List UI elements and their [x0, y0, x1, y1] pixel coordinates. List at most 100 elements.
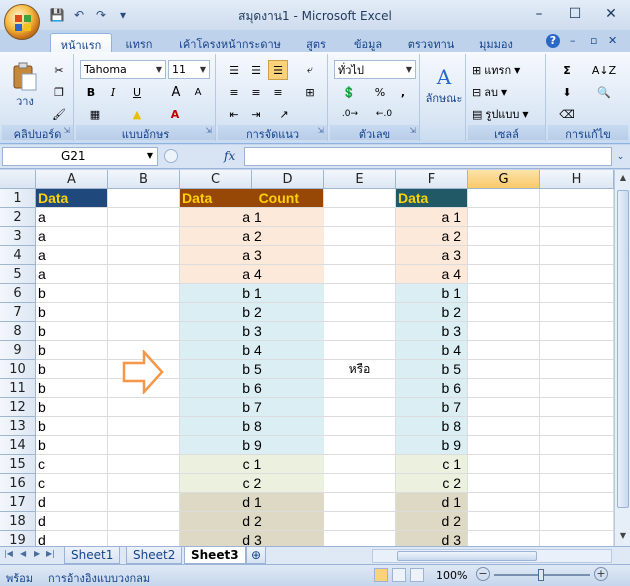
cell-b3[interactable]: [108, 227, 180, 246]
cell-f3[interactable]: a 2: [396, 227, 468, 246]
bold-button[interactable]: B: [82, 82, 100, 102]
vertical-scroll-thumb[interactable]: [617, 190, 629, 508]
cell-g10[interactable]: [468, 360, 540, 379]
row-header[interactable]: 6: [0, 284, 36, 303]
align-right-icon[interactable]: ≡: [268, 82, 288, 102]
cell-h16[interactable]: [540, 474, 614, 493]
copy-icon[interactable]: ❐: [48, 82, 70, 102]
currency-icon[interactable]: 💲: [334, 82, 364, 102]
page-layout-view-icon[interactable]: [392, 568, 406, 582]
cell-a17[interactable]: d: [36, 493, 108, 512]
dialog-launcher-icon[interactable]: ⇲: [317, 126, 324, 135]
delete-cells-button[interactable]: ⊟ ลบ ▼: [472, 82, 542, 102]
cell-a12[interactable]: b: [36, 398, 108, 417]
row-header[interactable]: 19: [0, 531, 36, 546]
cell-e13[interactable]: [324, 417, 396, 436]
merged-cell-cd9[interactable]: b 4: [180, 341, 324, 360]
autosum-button[interactable]: Σ: [552, 60, 582, 80]
cell-b1[interactable]: [108, 189, 180, 208]
percent-button[interactable]: %: [370, 82, 390, 102]
insert-sheet-icon[interactable]: ⊕: [246, 547, 267, 564]
decrease-decimal-icon[interactable]: ←.0: [370, 104, 398, 124]
merged-cell-cd17[interactable]: d 1: [180, 493, 324, 512]
ribbon-close-icon[interactable]: ✕: [608, 34, 617, 47]
cell-f4[interactable]: a 3: [396, 246, 468, 265]
cell-a11[interactable]: b: [36, 379, 108, 398]
select-all-corner[interactable]: [0, 170, 36, 189]
zoom-out-icon[interactable]: −: [476, 567, 490, 581]
cell-e16[interactable]: [324, 474, 396, 493]
cancel-formula-icon[interactable]: [164, 149, 178, 163]
cell-b8[interactable]: [108, 322, 180, 341]
expand-formula-bar-icon[interactable]: ⌄: [614, 147, 627, 166]
cell-h14[interactable]: [540, 436, 614, 455]
row-header[interactable]: 7: [0, 303, 36, 322]
sheet-tab-sheet3[interactable]: Sheet3: [184, 547, 246, 564]
cell-h11[interactable]: [540, 379, 614, 398]
cell-g14[interactable]: [468, 436, 540, 455]
row-header[interactable]: 17: [0, 493, 36, 512]
cell-e6[interactable]: [324, 284, 396, 303]
cell-e9[interactable]: [324, 341, 396, 360]
cell-g9[interactable]: [468, 341, 540, 360]
table-header-cell[interactable]: Data: [36, 189, 108, 208]
cell-g11[interactable]: [468, 379, 540, 398]
merged-cell-cd13[interactable]: b 8: [180, 417, 324, 436]
tab-insert[interactable]: แทรก: [116, 33, 162, 52]
cell-g1[interactable]: [468, 189, 540, 208]
cell-f6[interactable]: b 1: [396, 284, 468, 303]
font-color-icon[interactable]: A: [160, 104, 190, 124]
cell-f14[interactable]: b 9: [396, 436, 468, 455]
cell-g18[interactable]: [468, 512, 540, 531]
cell-h12[interactable]: [540, 398, 614, 417]
underline-button[interactable]: U: [126, 82, 148, 102]
cell-e3[interactable]: [324, 227, 396, 246]
cell-a5[interactable]: a: [36, 265, 108, 284]
font-size-combo[interactable]: 11 ▼: [168, 60, 210, 79]
cell-e10[interactable]: หรือ: [324, 360, 396, 379]
prev-sheet-icon[interactable]: ◀: [20, 549, 26, 558]
horizontal-scroll-thumb[interactable]: [397, 551, 537, 561]
last-sheet-icon[interactable]: ▶|: [46, 549, 55, 558]
normal-view-icon[interactable]: [374, 568, 388, 582]
cell-f7[interactable]: b 2: [396, 303, 468, 322]
decrease-indent-icon[interactable]: ⇤: [224, 104, 244, 124]
cell-f18[interactable]: d 2: [396, 512, 468, 531]
cell-g13[interactable]: [468, 417, 540, 436]
table-header-cell[interactable]: Data: [396, 189, 468, 208]
merged-cell-cd3[interactable]: a 2: [180, 227, 324, 246]
cell-g12[interactable]: [468, 398, 540, 417]
cell-b12[interactable]: [108, 398, 180, 417]
cell-h15[interactable]: [540, 455, 614, 474]
cell-g6[interactable]: [468, 284, 540, 303]
dialog-launcher-icon[interactable]: ⇲: [63, 126, 70, 135]
row-header[interactable]: 1: [0, 189, 36, 208]
cell-g4[interactable]: [468, 246, 540, 265]
clear-icon[interactable]: ⌫: [552, 104, 582, 124]
page-break-view-icon[interactable]: [410, 568, 424, 582]
cell-e15[interactable]: [324, 455, 396, 474]
cell-b16[interactable]: [108, 474, 180, 493]
cell-b13[interactable]: [108, 417, 180, 436]
number-format-combo[interactable]: ทั่วไป ▼: [334, 60, 416, 79]
cell-a2[interactable]: a: [36, 208, 108, 227]
cell-e19[interactable]: [324, 531, 396, 546]
table-header-cell[interactable]: Count: [252, 189, 324, 208]
cell-h13[interactable]: [540, 417, 614, 436]
zoom-in-icon[interactable]: +: [594, 567, 608, 581]
cell-b17[interactable]: [108, 493, 180, 512]
cell-h8[interactable]: [540, 322, 614, 341]
maximize-button[interactable]: ☐: [562, 4, 588, 24]
right-arrow-shape[interactable]: [122, 350, 164, 394]
merged-cell-cd18[interactable]: d 2: [180, 512, 324, 531]
cell-e8[interactable]: [324, 322, 396, 341]
column-header-b[interactable]: B: [108, 170, 180, 189]
next-sheet-icon[interactable]: ▶: [34, 549, 40, 558]
office-button[interactable]: [4, 4, 40, 40]
merged-cell-cd6[interactable]: b 1: [180, 284, 324, 303]
format-painter-icon[interactable]: 🖌: [48, 104, 70, 124]
column-header-f[interactable]: F: [396, 170, 468, 189]
align-top-icon[interactable]: ☰: [224, 60, 244, 80]
ribbon-restore-icon[interactable]: ▫: [590, 34, 597, 47]
tab-view[interactable]: มุมมอง: [470, 33, 522, 52]
